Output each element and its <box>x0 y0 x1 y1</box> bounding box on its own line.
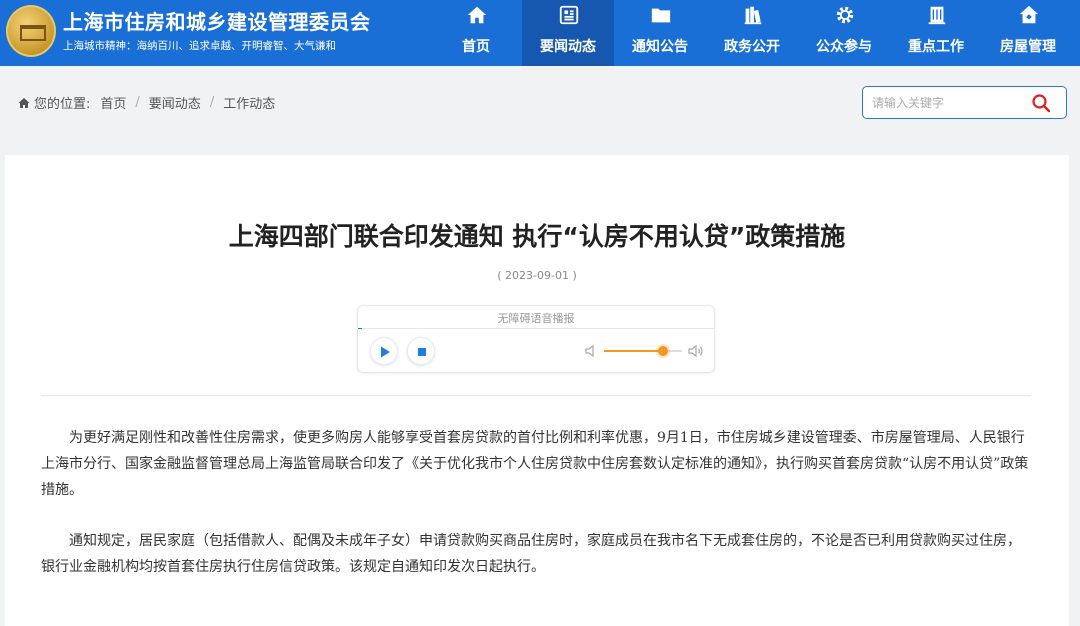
site-title[interactable]: 上海市住房和城乡建设管理委员会 <box>63 6 371 35</box>
article-paragraph: 为更好满足刚性和改善性住房需求，使更多购房人能够享受首套房贷款的首付比例和利率优… <box>41 430 1029 498</box>
breadcrumb-work-news[interactable]: 工作动态 <box>223 93 275 112</box>
search-icon[interactable] <box>1031 93 1051 113</box>
nav-item-home[interactable]: 首页 <box>430 0 522 66</box>
breadcrumb: 您的位置: 首页 / 要闻动态 / 工作动态 <box>18 93 275 112</box>
folder-icon <box>651 8 671 23</box>
volume-slider-handle[interactable] <box>657 346 668 356</box>
volume-slider[interactable] <box>604 346 682 356</box>
article-paragraph: 通知规定，居民家庭（包括借款人、配偶及未成年子女）申请贷款购买商品住房时，家庭成… <box>41 533 1021 575</box>
volume-high-icon[interactable] <box>688 344 704 358</box>
home-icon <box>18 97 30 108</box>
player-label: 无障碍语音播报 <box>497 312 575 325</box>
search-box <box>862 86 1067 119</box>
breadcrumb-news[interactable]: 要闻动态 <box>149 93 201 112</box>
nav-item-housing[interactable]: 房屋管理 <box>982 0 1074 66</box>
nav-label: 通知公告 <box>632 39 688 55</box>
nav-item-news[interactable]: 要闻动态 <box>522 0 614 66</box>
play-button[interactable] <box>370 337 398 365</box>
nav-item-public[interactable]: 公众参与 <box>798 0 890 66</box>
nav-item-notices[interactable]: 通知公告 <box>614 0 706 66</box>
volume-slider-fill <box>604 350 663 352</box>
search-input[interactable] <box>872 94 1022 112</box>
play-icon <box>381 346 390 358</box>
nav-label: 重点工作 <box>908 39 964 55</box>
books-icon <box>744 6 762 25</box>
site-slogan: 上海城市精神：海纳百川、追求卓越、开明睿智、大气谦和 <box>63 40 336 52</box>
audio-player: 无障碍语音播报 <box>357 305 715 373</box>
news-icon <box>559 5 579 25</box>
breadcrumb-home[interactable]: 首页 <box>100 93 126 112</box>
playback-progress-fill <box>358 328 362 329</box>
nav-label: 房屋管理 <box>1000 39 1056 55</box>
nav-label: 政务公开 <box>724 39 780 55</box>
site-header: 上海市住房和城乡建设管理委员会 上海城市精神：海纳百川、追求卓越、开明睿智、大气… <box>0 0 1080 66</box>
stop-icon <box>418 348 426 356</box>
main-nav: 首页 要闻动态 通知公告 政务公开 公众参与 重点工作 房屋管理 <box>430 0 1074 66</box>
nav-label: 要闻动态 <box>540 39 596 55</box>
nav-item-key-work[interactable]: 重点工作 <box>890 0 982 66</box>
gear-icon <box>836 6 854 24</box>
divider <box>41 395 1031 396</box>
nav-label: 公众参与 <box>816 39 872 55</box>
site-logo[interactable] <box>6 5 56 57</box>
breadcrumb-prefix: 您的位置: <box>34 97 91 112</box>
article-title: 上海四部门联合印发通知 执行“认房不用认贷”政策措施 <box>228 222 846 251</box>
breadcrumb-separator: / <box>209 95 215 110</box>
nav-item-gov-affairs[interactable]: 政务公开 <box>706 0 798 66</box>
logo-emblem <box>20 25 46 41</box>
nav-label: 首页 <box>462 39 490 55</box>
article-date: ( 2023-09-01 ) <box>497 269 577 282</box>
house-icon <box>1019 5 1039 24</box>
playback-progress-bar[interactable] <box>358 328 714 329</box>
breadcrumb-separator: / <box>135 95 140 110</box>
building-icon <box>928 6 946 25</box>
volume-low-icon[interactable] <box>584 344 598 358</box>
home-icon <box>467 6 487 24</box>
article-card: 上海四部门联合印发通知 执行“认房不用认贷”政策措施 ( 2023-09-01 … <box>5 155 1069 626</box>
stop-button[interactable] <box>407 337 435 365</box>
